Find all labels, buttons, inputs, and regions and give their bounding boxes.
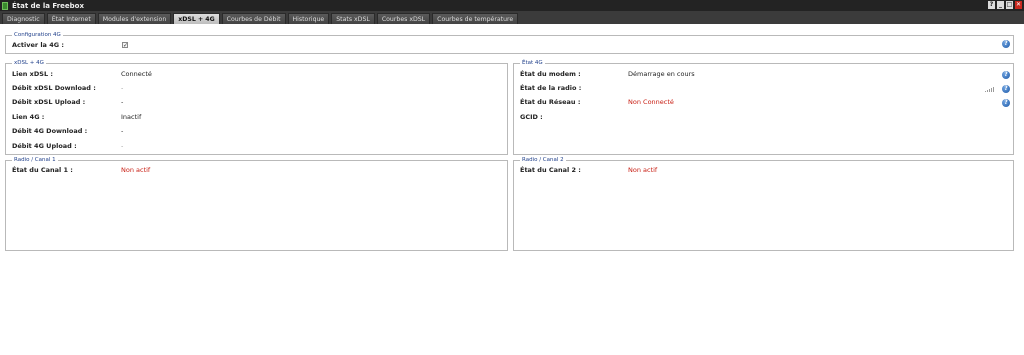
etat-4g-legend: État 4G	[520, 59, 545, 67]
etat-radio-label: État de la radio :	[520, 84, 582, 92]
tab-courbes-debit[interactable]: Courbes de Débit	[221, 13, 286, 24]
etat-reseau-label: État du Réseau :	[520, 98, 581, 106]
tab-courbes-xdsl[interactable]: Courbes xDSL	[376, 13, 431, 24]
freebox-app-icon	[2, 1, 8, 10]
minimize-button[interactable]: _	[997, 1, 1004, 9]
xdsl-4g-legend: xDSL + 4G	[12, 59, 46, 67]
debit-xdsl-download-value: -	[121, 84, 124, 92]
radio-canal-1-legend: Radio / Canal 1	[12, 156, 58, 164]
tab-stats-xdsl[interactable]: Stats xDSL	[331, 13, 375, 24]
radio-canal-2-legend: Radio / Canal 2	[520, 156, 566, 164]
debit-4g-upload-value: -	[121, 142, 124, 150]
lien-4g-label: Lien 4G :	[12, 113, 45, 121]
tab-diagnostic[interactable]: Diagnostic	[2, 13, 45, 24]
signal-strength-icon	[985, 87, 994, 92]
help-window-button[interactable]: ?	[988, 1, 995, 9]
lien-xdsl-label: Lien xDSL :	[12, 70, 53, 78]
tab-etat-internet[interactable]: État Internet	[46, 13, 96, 24]
tab-modules-extension[interactable]: Modules d'extension	[97, 13, 172, 24]
xdsl-4g-panel: xDSL + 4G Lien xDSL : Connecté Débit xDS…	[5, 59, 508, 155]
debit-4g-upload-label: Débit 4G Upload :	[12, 142, 77, 150]
maximize-button[interactable]: □	[1006, 1, 1013, 9]
etat-canal-1-value: Non actif	[121, 166, 151, 174]
debit-xdsl-download-label: Débit xDSL Download :	[12, 84, 96, 92]
window-title: État de la Freebox	[12, 1, 85, 10]
activer-4g-checkbox[interactable]: ✓	[122, 42, 128, 49]
tab-xdsl-4g[interactable]: xDSL + 4G	[173, 13, 220, 24]
etat-reseau-help-icon[interactable]: ?	[1002, 99, 1010, 107]
config-4g-panel: Configuration 4G Activer la 4G : ✓ ?	[5, 31, 1014, 54]
config-4g-help-icon[interactable]: ?	[1002, 40, 1010, 48]
lien-4g-value: Inactif	[121, 113, 142, 121]
etat-radio-help-icon[interactable]: ?	[1002, 85, 1010, 93]
debit-xdsl-upload-label: Débit xDSL Upload :	[12, 98, 86, 106]
etat-canal-2-value: Non actif	[628, 166, 658, 174]
etat-4g-panel: État 4G État du modem : Démarrage en cou…	[513, 59, 1014, 155]
debit-xdsl-upload-value: -	[121, 98, 124, 106]
radio-canal-2-panel: Radio / Canal 2 État du Canal 2 : Non ac…	[513, 156, 1014, 251]
etat-reseau-value: Non Connecté	[628, 98, 674, 106]
lien-xdsl-value: Connecté	[121, 70, 152, 78]
etat-canal-1-label: État du Canal 1 :	[12, 166, 73, 174]
etat-modem-value: Démarrage en cours	[628, 70, 695, 78]
config-4g-legend: Configuration 4G	[12, 31, 63, 39]
debit-4g-download-value: -	[121, 127, 124, 135]
etat-modem-label: État du modem :	[520, 70, 581, 78]
tab-courbes-temperature[interactable]: Courbes de température	[432, 13, 519, 24]
window-controls: ? _ □ ✕	[988, 1, 1022, 9]
tab-historique[interactable]: Historique	[287, 13, 330, 24]
close-button[interactable]: ✕	[1015, 1, 1022, 9]
etat-canal-2-label: État du Canal 2 :	[520, 166, 581, 174]
etat-modem-help-icon[interactable]: ?	[1002, 71, 1010, 79]
tab-bar: Diagnostic État Internet Modules d'exten…	[0, 11, 1024, 24]
title-bar: État de la Freebox ? _ □ ✕	[0, 0, 1024, 11]
debit-4g-download-label: Débit 4G Download :	[12, 127, 88, 135]
radio-canal-1-panel: Radio / Canal 1 État du Canal 1 : Non ac…	[5, 156, 508, 251]
activer-4g-label: Activer la 4G :	[12, 41, 64, 49]
gcid-label: GCID :	[520, 113, 543, 121]
